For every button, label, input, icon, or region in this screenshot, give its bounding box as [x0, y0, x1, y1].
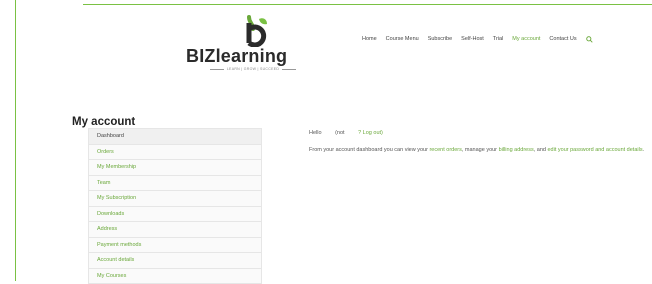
account-nav-orders[interactable]: Orders [89, 145, 261, 161]
end-text: . [643, 147, 645, 153]
recent-orders-link[interactable]: recent orders [429, 147, 461, 153]
nav-item-my-account[interactable]: My account [512, 36, 540, 42]
greeting-not: (not [335, 130, 344, 136]
site-logo[interactable]: BIZlearning LEARN | GROW | SUCCEED [186, 15, 336, 75]
logo-wordmark: BIZlearning [186, 47, 306, 65]
account-nav-my-courses[interactable]: My Courses [89, 269, 261, 284]
account-nav-payment-methods[interactable]: Payment methods [89, 238, 261, 254]
account-nav-downloads[interactable]: Downloads [89, 207, 261, 223]
nav-item-course-menu[interactable]: Course Menu [386, 36, 419, 42]
greeting-line: Hello (not ? Log out) [309, 129, 649, 137]
account-nav-dashboard[interactable]: Dashboard [89, 129, 261, 145]
greeting-hello: Hello [309, 130, 322, 136]
account-nav-my-subscription[interactable]: My Subscription [89, 191, 261, 207]
dashboard-content: Hello (not ? Log out) From your account … [309, 129, 649, 154]
account-nav-team[interactable]: Team [89, 176, 261, 192]
nav-item-subscribe[interactable]: Subscribe [428, 36, 452, 42]
manage-text: , manage your [462, 147, 497, 153]
logout-link[interactable]: ? Log out) [358, 130, 383, 136]
billing-address-link[interactable]: billing address [499, 147, 534, 153]
nav-item-trial[interactable]: Trial [493, 36, 504, 42]
dashboard-intro: From your account dashboard you can view… [309, 146, 649, 154]
and-text: , and [534, 147, 546, 153]
site-header: BIZlearning LEARN | GROW | SUCCEED Home … [16, 5, 652, 80]
search-icon[interactable] [586, 36, 593, 43]
logo-tagline: LEARN | GROW | SUCCEED [200, 67, 306, 71]
nav-item-home[interactable]: Home [362, 36, 377, 42]
logo-mark-icon [243, 15, 271, 47]
page-title: My account [72, 116, 135, 128]
account-nav-address[interactable]: Address [89, 222, 261, 238]
edit-account-link[interactable]: edit your password and account details [548, 147, 643, 153]
main-nav: Home Course Menu Subscribe Self-Host Tri… [362, 33, 593, 45]
account-nav-my-membership[interactable]: My Membership [89, 160, 261, 176]
nav-item-self-host[interactable]: Self-Host [461, 36, 484, 42]
nav-item-contact-us[interactable]: Contact Us [549, 36, 576, 42]
intro-text: From your account dashboard you can view… [309, 147, 428, 153]
account-nav-account-details[interactable]: Account details [89, 253, 261, 269]
account-navigation: Dashboard Orders My Membership Team My S… [88, 128, 262, 284]
